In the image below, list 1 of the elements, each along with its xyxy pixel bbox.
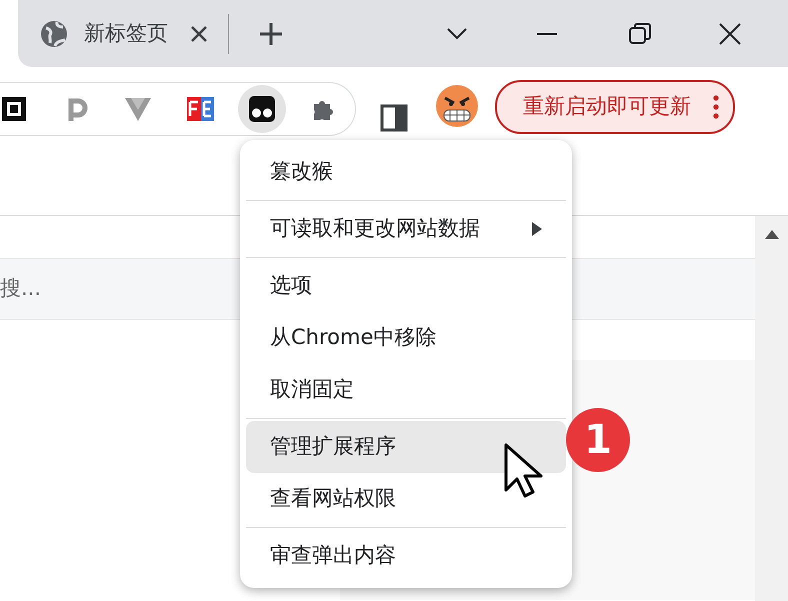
menu-title: 篡改猴: [269, 158, 334, 186]
